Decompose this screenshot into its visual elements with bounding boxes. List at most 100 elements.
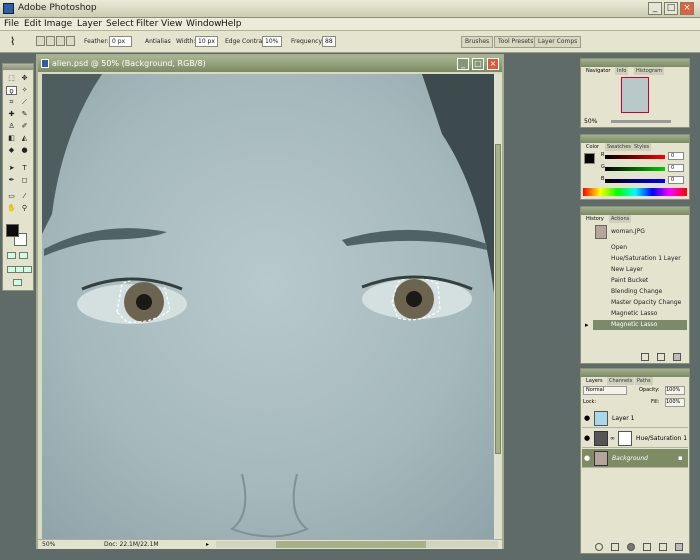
tab-layers[interactable]: Layers — [584, 377, 605, 385]
layer-style-icon[interactable] — [595, 543, 603, 551]
brush-tool-icon[interactable]: ✎ — [19, 110, 30, 119]
red-slider[interactable] — [605, 155, 665, 159]
palette-well-brushes[interactable]: Brushes — [461, 36, 494, 48]
snapshot-thumbnail[interactable] — [595, 225, 607, 239]
green-value-input[interactable]: 0 — [668, 164, 684, 172]
history-item[interactable]: Master Opacity Change — [611, 298, 687, 308]
tab-color[interactable]: Color — [584, 143, 602, 151]
green-slider[interactable] — [605, 167, 665, 171]
tab-histogram[interactable]: Histogram — [634, 67, 664, 75]
doc-close-button[interactable]: × — [487, 58, 499, 70]
menu-window[interactable]: Window — [186, 19, 222, 29]
document-titlebar[interactable]: alien.psd @ 50% (Background, RGB/8) _ □ … — [38, 56, 502, 72]
fill-input[interactable]: 100% — [665, 398, 685, 407]
blue-slider[interactable] — [605, 179, 665, 183]
zoom-level[interactable]: 50% — [42, 541, 55, 548]
red-value-input[interactable]: 0 — [668, 152, 684, 160]
menu-file[interactable]: File — [4, 19, 19, 29]
new-fill-layer-icon[interactable] — [627, 543, 635, 551]
menu-filter[interactable]: Filter — [136, 19, 158, 29]
snapshot-name[interactable]: woman.JPG — [611, 227, 681, 237]
history-item[interactable]: Open — [611, 243, 687, 253]
add-selection-icon[interactable] — [46, 36, 55, 46]
magic-wand-tool-icon[interactable]: ✧ — [19, 86, 30, 95]
edge-contrast-input[interactable]: 10% — [262, 36, 282, 47]
tab-swatches[interactable]: Swatches — [605, 143, 633, 151]
history-item[interactable]: Paint Bucket — [611, 276, 687, 286]
history-item[interactable]: Blending Change — [611, 287, 687, 297]
blue-value-input[interactable]: 0 — [668, 176, 684, 184]
history-brush-tool-icon[interactable]: ✐ — [19, 122, 30, 131]
navigator-panel-header[interactable] — [581, 59, 689, 67]
close-button[interactable]: × — [680, 2, 694, 15]
tab-channels[interactable]: Channels — [607, 377, 635, 385]
full-screen-icon[interactable] — [23, 266, 32, 273]
shape-tool-icon[interactable]: ◻ — [19, 176, 30, 185]
horizontal-scroll-thumb[interactable] — [276, 541, 426, 548]
width-input[interactable]: 10 px — [195, 36, 218, 47]
layer-row[interactable]: ● ∞ Hue/Saturation 1 — [582, 429, 688, 448]
move-tool-icon[interactable]: ✥ — [19, 74, 30, 83]
maximize-button[interactable]: □ — [664, 2, 678, 15]
doc-minimize-button[interactable]: _ — [457, 58, 469, 70]
jump-to-imageready-icon[interactable] — [13, 279, 22, 286]
palette-well-tool-presets[interactable]: Tool Presets — [494, 36, 538, 48]
status-menu-arrow-icon[interactable]: ▸ — [206, 541, 209, 548]
vertical-scroll-thumb[interactable] — [495, 144, 501, 454]
tab-paths[interactable]: Paths — [635, 377, 653, 385]
navigator-thumbnail[interactable] — [621, 77, 649, 113]
new-layer-icon[interactable] — [659, 543, 667, 551]
standard-mode-icon[interactable] — [7, 252, 16, 259]
tab-styles[interactable]: Styles — [632, 143, 652, 151]
menu-layer[interactable]: Layer — [77, 19, 102, 29]
opacity-input[interactable]: 100% — [665, 386, 685, 395]
tab-navigator[interactable]: Navigator — [584, 67, 613, 75]
navigator-zoom-slider[interactable] — [611, 120, 671, 123]
feather-input[interactable]: 0 px — [109, 36, 132, 47]
tab-actions[interactable]: Actions — [609, 215, 632, 223]
doc-maximize-button[interactable]: □ — [472, 58, 484, 70]
layers-panel-header[interactable] — [581, 369, 689, 377]
menu-edit[interactable]: Edit — [24, 19, 41, 29]
menu-image[interactable]: Image — [44, 19, 72, 29]
foreground-color-swatch[interactable] — [6, 224, 19, 237]
blend-mode-select[interactable]: Normal — [583, 386, 627, 395]
crop-tool-icon[interactable]: ⌗ — [6, 98, 17, 107]
frequency-input[interactable]: 88 — [322, 36, 336, 47]
magnetic-lasso-tool-icon[interactable]: ⌇ — [10, 35, 15, 48]
pen-tool-icon[interactable]: ✒ — [6, 176, 17, 185]
layer-row[interactable]: ● Layer 1 — [582, 409, 688, 428]
marquee-tool-icon[interactable]: ⬚ — [6, 74, 17, 83]
navigator-zoom[interactable]: 50% — [584, 118, 597, 125]
eye-icon[interactable]: ● — [584, 429, 590, 448]
menu-select[interactable]: Select — [106, 19, 134, 29]
dodge-tool-icon[interactable]: ● — [19, 146, 30, 155]
menu-help[interactable]: Help — [221, 19, 242, 29]
history-item[interactable]: New Layer — [611, 265, 687, 275]
eyedropper-tool-icon[interactable]: ⁄ — [19, 192, 30, 201]
minimize-button[interactable]: _ — [648, 2, 662, 15]
tab-info[interactable]: Info — [615, 67, 629, 75]
tab-history[interactable]: History — [584, 215, 606, 223]
new-snapshot-icon[interactable] — [657, 353, 665, 361]
vertical-scrollbar[interactable] — [494, 74, 502, 539]
menu-view[interactable]: View — [161, 19, 182, 29]
new-document-icon[interactable] — [641, 353, 649, 361]
type-tool-icon[interactable]: T — [19, 164, 30, 173]
blur-tool-icon[interactable]: ◆ — [6, 146, 17, 155]
color-panel-header[interactable] — [581, 135, 689, 143]
new-selection-icon[interactable] — [36, 36, 45, 46]
intersect-selection-icon[interactable] — [66, 36, 75, 46]
history-item[interactable]: Hue/Saturation 1 Layer — [611, 254, 687, 264]
path-selection-tool-icon[interactable]: ➤ — [6, 164, 17, 173]
trash-icon[interactable] — [673, 353, 681, 361]
color-spectrum-bar[interactable] — [583, 188, 687, 196]
lasso-tool-icon[interactable]: ϙ — [6, 86, 17, 95]
image-canvas[interactable] — [42, 74, 494, 539]
history-panel-header[interactable] — [581, 207, 689, 215]
history-brush-source-icon[interactable]: ▸ — [585, 321, 589, 329]
hand-tool-icon[interactable]: ✋ — [6, 204, 17, 213]
notes-tool-icon[interactable]: ▭ — [6, 192, 17, 201]
horizontal-scrollbar[interactable] — [216, 541, 498, 548]
palette-well-layer-comps[interactable]: Layer Comps — [534, 36, 582, 48]
